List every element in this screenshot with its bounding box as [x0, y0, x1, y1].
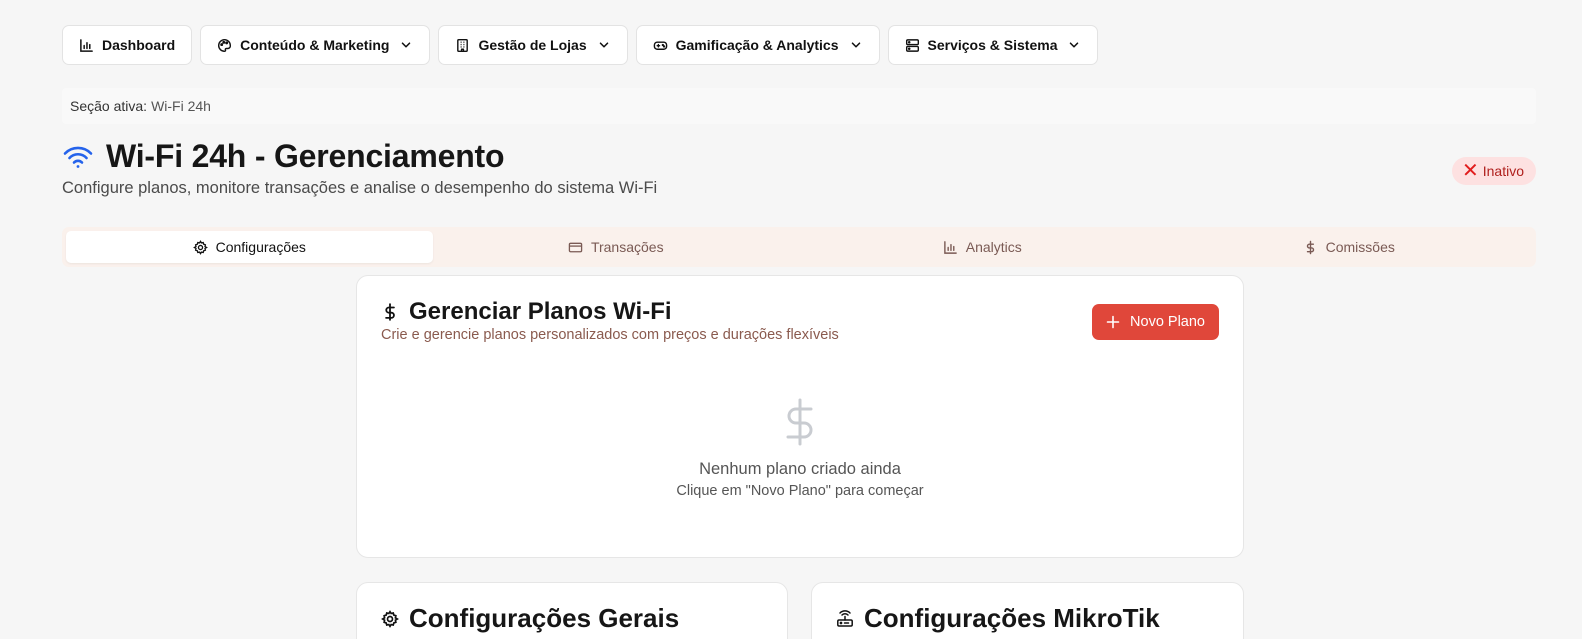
- active-section-bar: Seção ativa: Wi-Fi 24h: [62, 88, 1536, 124]
- chevron-down-icon: [1070, 42, 1079, 48]
- nav-store-management-button[interactable]: Gestão de Lojas: [438, 25, 628, 65]
- nav-dashboard-button[interactable]: Dashboard: [62, 25, 193, 65]
- dollar-icon: [385, 303, 395, 321]
- empty-state-title: Nenhum plano criado ainda: [699, 460, 901, 478]
- mikrotik-settings-title: Configurações MikroTik: [864, 603, 1160, 633]
- building-icon: [457, 38, 469, 52]
- chevron-down-icon: [851, 42, 860, 48]
- nav-content-marketing-label: Conteúdo & Marketing: [240, 37, 390, 53]
- page-header: Wi-Fi 24h - Gerenciamento Configure plan…: [62, 138, 657, 198]
- nav-store-management-label: Gestão de Lojas: [478, 37, 587, 53]
- page-title: Wi-Fi 24h - Gerenciamento: [106, 138, 505, 174]
- gear-icon: [381, 609, 399, 628]
- new-plan-button[interactable]: Novo Plano: [1092, 304, 1219, 340]
- nav-gamification-analytics-label: Gamificação & Analytics: [675, 37, 839, 53]
- plans-card-description: Crie e gerencie planos personalizados co…: [381, 327, 839, 343]
- general-settings-card: Configurações Gerais: [356, 582, 788, 639]
- tab-configuracoes-label: Configurações: [215, 239, 306, 255]
- nav-services-system-button[interactable]: Serviços & Sistema: [887, 25, 1099, 65]
- tab-transacoes-label: Transações: [590, 239, 664, 255]
- tab-configuracoes[interactable]: Configurações: [66, 231, 433, 263]
- palette-icon: [218, 38, 232, 52]
- tab-analytics-label: Analytics: [965, 239, 1022, 255]
- dollar-icon: [786, 398, 813, 446]
- nav-content-marketing-button[interactable]: Conteúdo & Marketing: [200, 25, 431, 65]
- plans-card: Gerenciar Planos Wi-Fi Crie e gerencie p…: [356, 275, 1244, 558]
- bar-chart-icon: [80, 38, 93, 52]
- tab-comissoes-label: Comissões: [1325, 239, 1395, 255]
- chevron-down-icon: [402, 42, 411, 48]
- nav-services-system-label: Serviços & Sistema: [927, 37, 1058, 53]
- plans-card-title: Gerenciar Planos Wi-Fi: [409, 298, 672, 325]
- tab-transacoes[interactable]: Transações: [433, 231, 800, 263]
- gear-icon: [192, 239, 208, 255]
- tab-analytics[interactable]: Analytics: [799, 231, 1166, 263]
- top-navigation: Dashboard Conteúdo & Marketing Gestão de…: [62, 25, 1099, 65]
- empty-state-hint: Clique em "Novo Plano" para começar: [676, 483, 924, 499]
- credit-card-icon: [568, 242, 583, 252]
- wifi-icon: [63, 146, 93, 168]
- cross-mark-icon: ✕: [1461, 160, 1479, 182]
- gamepad-icon: [653, 41, 667, 50]
- empty-state: Nenhum plano criado ainda Clique em "Nov…: [357, 398, 1243, 499]
- chevron-down-icon: [599, 42, 608, 48]
- tab-comissoes[interactable]: Comissões: [1166, 231, 1533, 263]
- general-settings-title: Configurações Gerais: [409, 603, 680, 633]
- status-badge: ✕ Inativo: [1451, 157, 1536, 185]
- mikrotik-settings-card: Configurações MikroTik: [811, 582, 1244, 639]
- active-section-label: Seção ativa:: [70, 98, 148, 114]
- bar-chart-icon: [943, 240, 957, 254]
- page-subtitle: Configure planos, monitore transações e …: [62, 179, 658, 197]
- nav-dashboard-label: Dashboard: [102, 37, 176, 53]
- router-icon: [837, 609, 853, 627]
- server-icon: [905, 38, 919, 52]
- nav-gamification-analytics-button[interactable]: Gamificação & Analytics: [635, 25, 880, 65]
- tab-list: Configurações Transações Analytics Comis…: [62, 227, 1536, 267]
- active-section-value: Wi-Fi 24h: [151, 98, 211, 114]
- dollar-icon: [1306, 240, 1314, 254]
- status-badge-label: Inativo: [1482, 163, 1524, 179]
- plus-icon: [1106, 315, 1120, 329]
- new-plan-button-label: Novo Plano: [1130, 314, 1205, 330]
